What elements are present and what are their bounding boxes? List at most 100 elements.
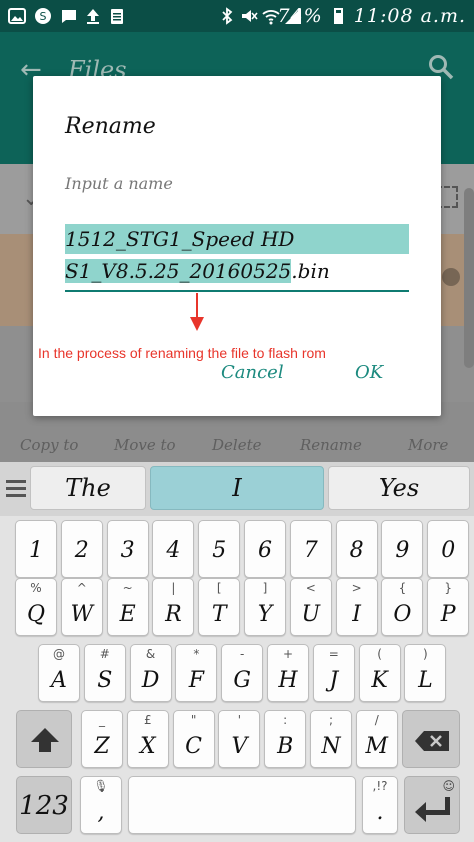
key-u[interactable]: < U <box>289 578 332 636</box>
key-j[interactable]: = J <box>312 644 355 702</box>
key-label: B <box>277 734 294 759</box>
mic-icon: 🎙 <box>93 779 109 793</box>
key-label: 0 <box>441 538 456 563</box>
key-t[interactable]: [T <box>198 578 241 636</box>
menu-icon[interactable] <box>6 480 26 501</box>
image-icon <box>8 7 26 25</box>
key-o[interactable]: {O <box>381 578 424 636</box>
key-symbol-label: | <box>171 581 176 595</box>
key-label: P <box>440 602 456 627</box>
key-d[interactable]: & D <box>129 644 172 702</box>
key-symbol-label: ) <box>423 647 428 661</box>
key-m[interactable]: / M <box>355 710 398 768</box>
key-r[interactable]: | R <box>152 578 195 636</box>
input-hint: Input a name <box>65 174 173 193</box>
backspace-key[interactable] <box>402 710 460 768</box>
key-label: 9 <box>395 538 410 563</box>
key-label: Q <box>26 602 46 627</box>
filename-input[interactable]: 1512_STG1_Speed HD S1_V8.5.25_20160525.b… <box>65 224 409 292</box>
clipboard-icon <box>108 7 126 25</box>
move-to-button[interactable]: Move to <box>114 436 176 454</box>
key-3[interactable]: 3 <box>106 520 149 578</box>
key-f[interactable]: * F <box>175 644 218 702</box>
delete-button[interactable]: Delete <box>212 436 261 454</box>
key-label: J <box>329 668 339 693</box>
key-i[interactable]: > I <box>335 578 378 636</box>
key-c[interactable]: " C <box>172 710 215 768</box>
key-n[interactable]: ; N <box>310 710 352 768</box>
key-2[interactable]: 2 <box>60 520 103 578</box>
period-key[interactable]: ,!? . <box>362 776 398 834</box>
battery-percent: 74% <box>277 5 323 27</box>
key-symbol-label: } <box>444 581 452 595</box>
key-w[interactable]: ^ W <box>60 578 103 636</box>
suggestion-the[interactable]: The <box>30 466 146 510</box>
key-7[interactable]: 7 <box>289 520 332 578</box>
copy-to-button[interactable]: Copy to <box>20 436 78 454</box>
key-a[interactable]: @ A <box>38 644 80 702</box>
key-8[interactable]: 8 <box>335 520 378 578</box>
cancel-button[interactable]: Cancel <box>221 362 284 383</box>
key-l[interactable]: ) L <box>404 644 447 702</box>
key-y[interactable]: ] Y <box>244 578 286 636</box>
status-battery-time: 74% 11:08 a.m. <box>277 5 466 27</box>
key-label: Z <box>94 734 110 759</box>
key-label: 1 <box>29 538 43 563</box>
key-x[interactable]: £ X <box>126 710 169 768</box>
skype-icon: S <box>34 7 52 25</box>
punctuation-hint: ,!? <box>372 779 388 793</box>
key-label: Y <box>257 602 273 627</box>
ok-button[interactable]: OK <box>355 362 383 383</box>
key-symbol-label: @ <box>53 647 65 661</box>
key-symbol-label: : <box>283 713 288 727</box>
key-symbol-label: & <box>145 647 156 661</box>
key-e[interactable]: ~ E <box>106 578 149 636</box>
symbols-key[interactable]: 123 <box>16 776 72 834</box>
key-q[interactable]: % Q <box>15 578 57 636</box>
shift-key[interactable] <box>16 710 72 768</box>
filename-line-1: 1512_STG1_Speed HD <box>65 224 409 254</box>
key-9[interactable]: 9 <box>381 520 424 578</box>
rename-button[interactable]: Rename <box>300 436 362 454</box>
rename-dialog: Rename Input a name 1512_STG1_Speed HD S… <box>33 76 441 416</box>
checkbox-icon <box>442 268 460 286</box>
key-k[interactable]: (K <box>358 644 401 702</box>
key-4[interactable]: 4 <box>152 520 195 578</box>
key-label: C <box>185 734 203 759</box>
key-label: D <box>141 668 160 693</box>
key-6[interactable]: 6 <box>244 520 286 578</box>
enter-key[interactable]: ☺ <box>404 776 460 834</box>
more-button[interactable]: More <box>408 436 448 454</box>
key-label: 8 <box>349 538 364 563</box>
key-symbol-label: < <box>305 581 316 595</box>
key-h[interactable]: + H <box>267 644 309 702</box>
filename-line-2: S1_V8.5.25_20160525.bin <box>65 256 330 286</box>
key-1[interactable]: 1 <box>15 520 57 578</box>
key-v[interactable]: ' V <box>218 710 261 768</box>
scrollbar-handle[interactable] <box>464 188 474 368</box>
key-5[interactable]: 5 <box>198 520 241 578</box>
backspace-icon <box>415 731 449 751</box>
key-label: F <box>188 668 205 693</box>
key-symbol-label: / <box>374 713 379 727</box>
comma-key[interactable]: 🎙 , <box>80 776 122 834</box>
suggestion-i[interactable]: I <box>150 466 324 510</box>
key-z[interactable]: _ Z <box>81 710 123 768</box>
message-icon <box>60 7 78 25</box>
key-b[interactable]: :B <box>264 710 307 768</box>
key-label: 4 <box>166 538 181 563</box>
key-s[interactable]: # S <box>83 644 126 702</box>
key-0[interactable]: 0 <box>427 520 470 578</box>
key-symbol-label: * <box>193 647 200 661</box>
annotation-arrow-head-icon <box>190 317 204 331</box>
key-label: E <box>119 602 136 627</box>
enter-arrow-icon <box>415 797 450 822</box>
space-key[interactable] <box>128 776 356 834</box>
key-p[interactable]: } P <box>427 578 470 636</box>
emoji-icon: ☺ <box>442 779 455 793</box>
shift-arrow-icon <box>31 728 59 752</box>
key-g[interactable]: -G <box>221 644 264 702</box>
key-symbol-label: ~ <box>122 581 133 595</box>
key-label: L <box>418 668 433 693</box>
suggestion-yes[interactable]: Yes <box>328 466 470 510</box>
